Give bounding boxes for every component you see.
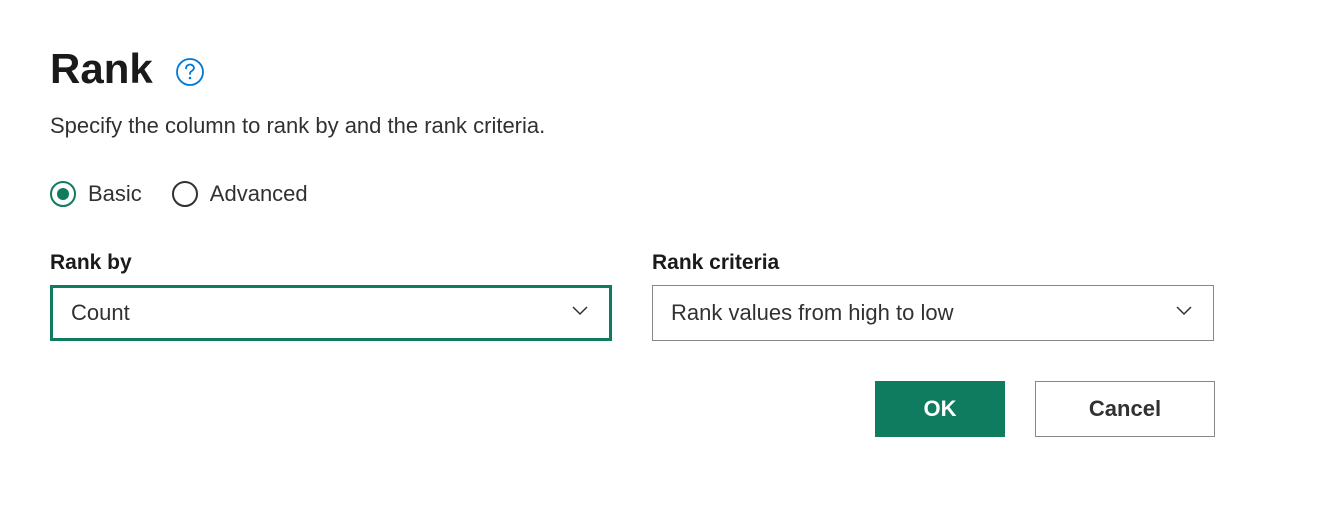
dialog-subtitle: Specify the column to rank by and the ra… bbox=[50, 113, 1282, 139]
radio-advanced[interactable]: Advanced bbox=[172, 181, 308, 207]
ok-button[interactable]: OK bbox=[875, 381, 1005, 437]
rank-criteria-value: Rank values from high to low bbox=[671, 300, 953, 326]
rank-criteria-dropdown[interactable]: Rank values from high to low bbox=[652, 285, 1214, 341]
help-icon[interactable] bbox=[175, 57, 205, 87]
chevron-down-icon bbox=[569, 299, 591, 327]
radio-indicator-icon bbox=[172, 181, 198, 207]
radio-basic[interactable]: Basic bbox=[50, 181, 142, 207]
rank-criteria-label: Rank criteria bbox=[652, 251, 1214, 275]
chevron-down-icon bbox=[1173, 299, 1195, 327]
radio-label: Advanced bbox=[210, 181, 308, 207]
dialog-title: Rank bbox=[50, 45, 153, 93]
rank-criteria-field: Rank criteria Rank values from high to l… bbox=[652, 251, 1214, 341]
rank-by-label: Rank by bbox=[50, 251, 612, 275]
radio-label: Basic bbox=[88, 181, 142, 207]
rank-by-value: Count bbox=[71, 300, 130, 326]
rank-by-field: Rank by Count bbox=[50, 251, 612, 341]
rank-by-dropdown[interactable]: Count bbox=[50, 285, 612, 341]
cancel-button[interactable]: Cancel bbox=[1035, 381, 1215, 437]
radio-indicator-icon bbox=[50, 181, 76, 207]
mode-radio-group: Basic Advanced bbox=[50, 181, 1282, 207]
